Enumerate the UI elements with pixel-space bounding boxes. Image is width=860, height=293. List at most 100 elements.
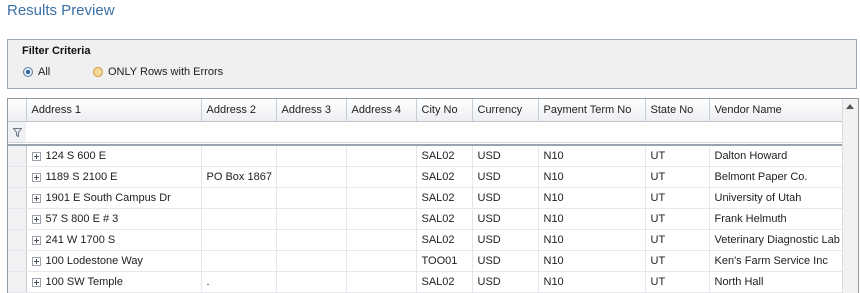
cell-address-2[interactable]: [201, 250, 277, 272]
column-header-state-no[interactable]: State No: [645, 99, 710, 122]
cell-currency[interactable]: USD: [472, 187, 539, 209]
table-row[interactable]: 241 W 1700 S SAL02 USD N10 UT Veterinary Diag…: [8, 229, 845, 251]
radio-selected-icon[interactable]: [23, 67, 33, 77]
cell-address-3[interactable]: [276, 145, 347, 167]
cell-state-no[interactable]: UT: [645, 229, 710, 251]
column-header-address-4[interactable]: Address 4: [346, 99, 417, 122]
cell-address-2[interactable]: .: [201, 271, 277, 293]
row-indicator[interactable]: [8, 208, 27, 230]
cell-vendor-name[interactable]: Ken's Farm Service Inc: [709, 250, 845, 272]
filter-row[interactable]: [8, 121, 844, 143]
column-header-city-no[interactable]: City No: [416, 99, 473, 122]
cell-state-no[interactable]: UT: [645, 187, 710, 209]
cell-city-no[interactable]: SAL02: [416, 229, 473, 251]
expand-icon[interactable]: [31, 256, 41, 266]
cell-city-no[interactable]: SAL02: [416, 145, 473, 167]
cell-state-no[interactable]: UT: [645, 145, 710, 167]
table-row[interactable]: 124 S 600 E SAL02 USD N10 UT Dalton Howard: [8, 145, 845, 167]
column-header-vendor-name[interactable]: Vendor Name: [709, 99, 845, 122]
cell-vendor-name[interactable]: North Hall: [709, 271, 845, 293]
cell-state-no[interactable]: UT: [645, 166, 710, 188]
cell-address-1[interactable]: 100 SW Temple: [26, 271, 202, 293]
row-indicator[interactable]: [8, 271, 27, 293]
cell-payment-term-no[interactable]: N10: [538, 271, 646, 293]
vertical-scrollbar[interactable]: [842, 99, 858, 293]
cell-address-4[interactable]: [346, 187, 417, 209]
row-indicator[interactable]: [8, 250, 27, 272]
radio-only-errors[interactable]: ONLY Rows with Errors: [93, 66, 223, 78]
cell-currency[interactable]: USD: [472, 208, 539, 230]
cell-address-1[interactable]: 100 Lodestone Way: [26, 250, 202, 272]
cell-address-1[interactable]: 57 S 800 E # 3: [26, 208, 202, 230]
cell-vendor-name[interactable]: University of Utah: [709, 187, 845, 209]
cell-state-no[interactable]: UT: [645, 250, 710, 272]
expand-icon[interactable]: [31, 172, 41, 182]
cell-payment-term-no[interactable]: N10: [538, 208, 646, 230]
cell-vendor-name[interactable]: Belmont Paper Co.: [709, 166, 845, 188]
cell-address-3[interactable]: [276, 271, 347, 293]
cell-address-1[interactable]: 1189 S 2100 E: [26, 166, 202, 188]
cell-address-4[interactable]: [346, 166, 417, 188]
radio-all[interactable]: All: [23, 66, 50, 78]
cell-currency[interactable]: USD: [472, 166, 539, 188]
table-row[interactable]: 100 SW Temple. SAL02 USD N10 UT North Hall: [8, 271, 845, 293]
cell-state-no[interactable]: UT: [645, 208, 710, 230]
cell-vendor-name[interactable]: Frank Helmuth: [709, 208, 845, 230]
cell-address-2[interactable]: PO Box 1867: [201, 166, 277, 188]
cell-address-4[interactable]: [346, 250, 417, 272]
cell-address-3[interactable]: [276, 229, 347, 251]
cell-address-2[interactable]: [201, 187, 277, 209]
cell-currency[interactable]: USD: [472, 271, 539, 293]
table-row[interactable]: 1901 E South Campus Dr SAL02 USD N10 UT Unive…: [8, 187, 845, 209]
funnel-icon[interactable]: [12, 127, 22, 137]
arrow-up-icon[interactable]: [846, 104, 854, 109]
filter-row-indicator[interactable]: [8, 121, 26, 143]
row-indicator[interactable]: [8, 229, 27, 251]
cell-vendor-name[interactable]: Veterinary Diagnostic Lab: [709, 229, 845, 251]
expand-icon[interactable]: [31, 277, 41, 287]
column-header-payment-term-no[interactable]: Payment Term No: [538, 99, 646, 122]
cell-currency[interactable]: USD: [472, 229, 539, 251]
table-row[interactable]: 1189 S 2100 E PO Box 1867 SAL02 USD N10 UT Bel…: [8, 166, 845, 188]
cell-city-no[interactable]: SAL02: [416, 208, 473, 230]
column-header-currency[interactable]: Currency: [472, 99, 539, 122]
cell-payment-term-no[interactable]: N10: [538, 250, 646, 272]
filter-row-input[interactable]: [26, 121, 844, 143]
radio-unselected-icon[interactable]: [93, 67, 103, 77]
cell-payment-term-no[interactable]: N10: [538, 166, 646, 188]
cell-address-1[interactable]: 241 W 1700 S: [26, 229, 202, 251]
cell-state-no[interactable]: UT: [645, 271, 710, 293]
cell-address-1[interactable]: 124 S 600 E: [26, 145, 202, 167]
row-indicator[interactable]: [8, 187, 27, 209]
cell-city-no[interactable]: SAL02: [416, 271, 473, 293]
cell-address-4[interactable]: [346, 271, 417, 293]
cell-payment-term-no[interactable]: N10: [538, 187, 646, 209]
cell-address-4[interactable]: [346, 208, 417, 230]
cell-address-3[interactable]: [276, 187, 347, 209]
cell-address-2[interactable]: [201, 145, 277, 167]
cell-vendor-name[interactable]: Dalton Howard: [709, 145, 845, 167]
cell-currency[interactable]: USD: [472, 145, 539, 167]
cell-address-4[interactable]: [346, 229, 417, 251]
cell-payment-term-no[interactable]: N10: [538, 145, 646, 167]
cell-city-no[interactable]: SAL02: [416, 166, 473, 188]
cell-address-4[interactable]: [346, 145, 417, 167]
row-indicator[interactable]: [8, 166, 27, 188]
expand-icon[interactable]: [31, 214, 41, 224]
expand-icon[interactable]: [31, 235, 41, 245]
row-indicator[interactable]: [8, 145, 27, 167]
cell-address-1[interactable]: 1901 E South Campus Dr: [26, 187, 202, 209]
column-header-address-1[interactable]: Address 1: [26, 99, 202, 122]
cell-address-3[interactable]: [276, 166, 347, 188]
cell-address-3[interactable]: [276, 250, 347, 272]
cell-address-3[interactable]: [276, 208, 347, 230]
cell-address-2[interactable]: [201, 208, 277, 230]
column-header-address-3[interactable]: Address 3: [276, 99, 347, 122]
expand-icon[interactable]: [31, 193, 41, 203]
cell-payment-term-no[interactable]: N10: [538, 229, 646, 251]
cell-city-no[interactable]: SAL02: [416, 187, 473, 209]
expand-icon[interactable]: [31, 151, 41, 161]
column-header-address-2[interactable]: Address 2: [201, 99, 277, 122]
table-row[interactable]: 100 Lodestone Way TOO01 USD N10 UT Ken's Farm…: [8, 250, 845, 272]
cell-address-2[interactable]: [201, 229, 277, 251]
